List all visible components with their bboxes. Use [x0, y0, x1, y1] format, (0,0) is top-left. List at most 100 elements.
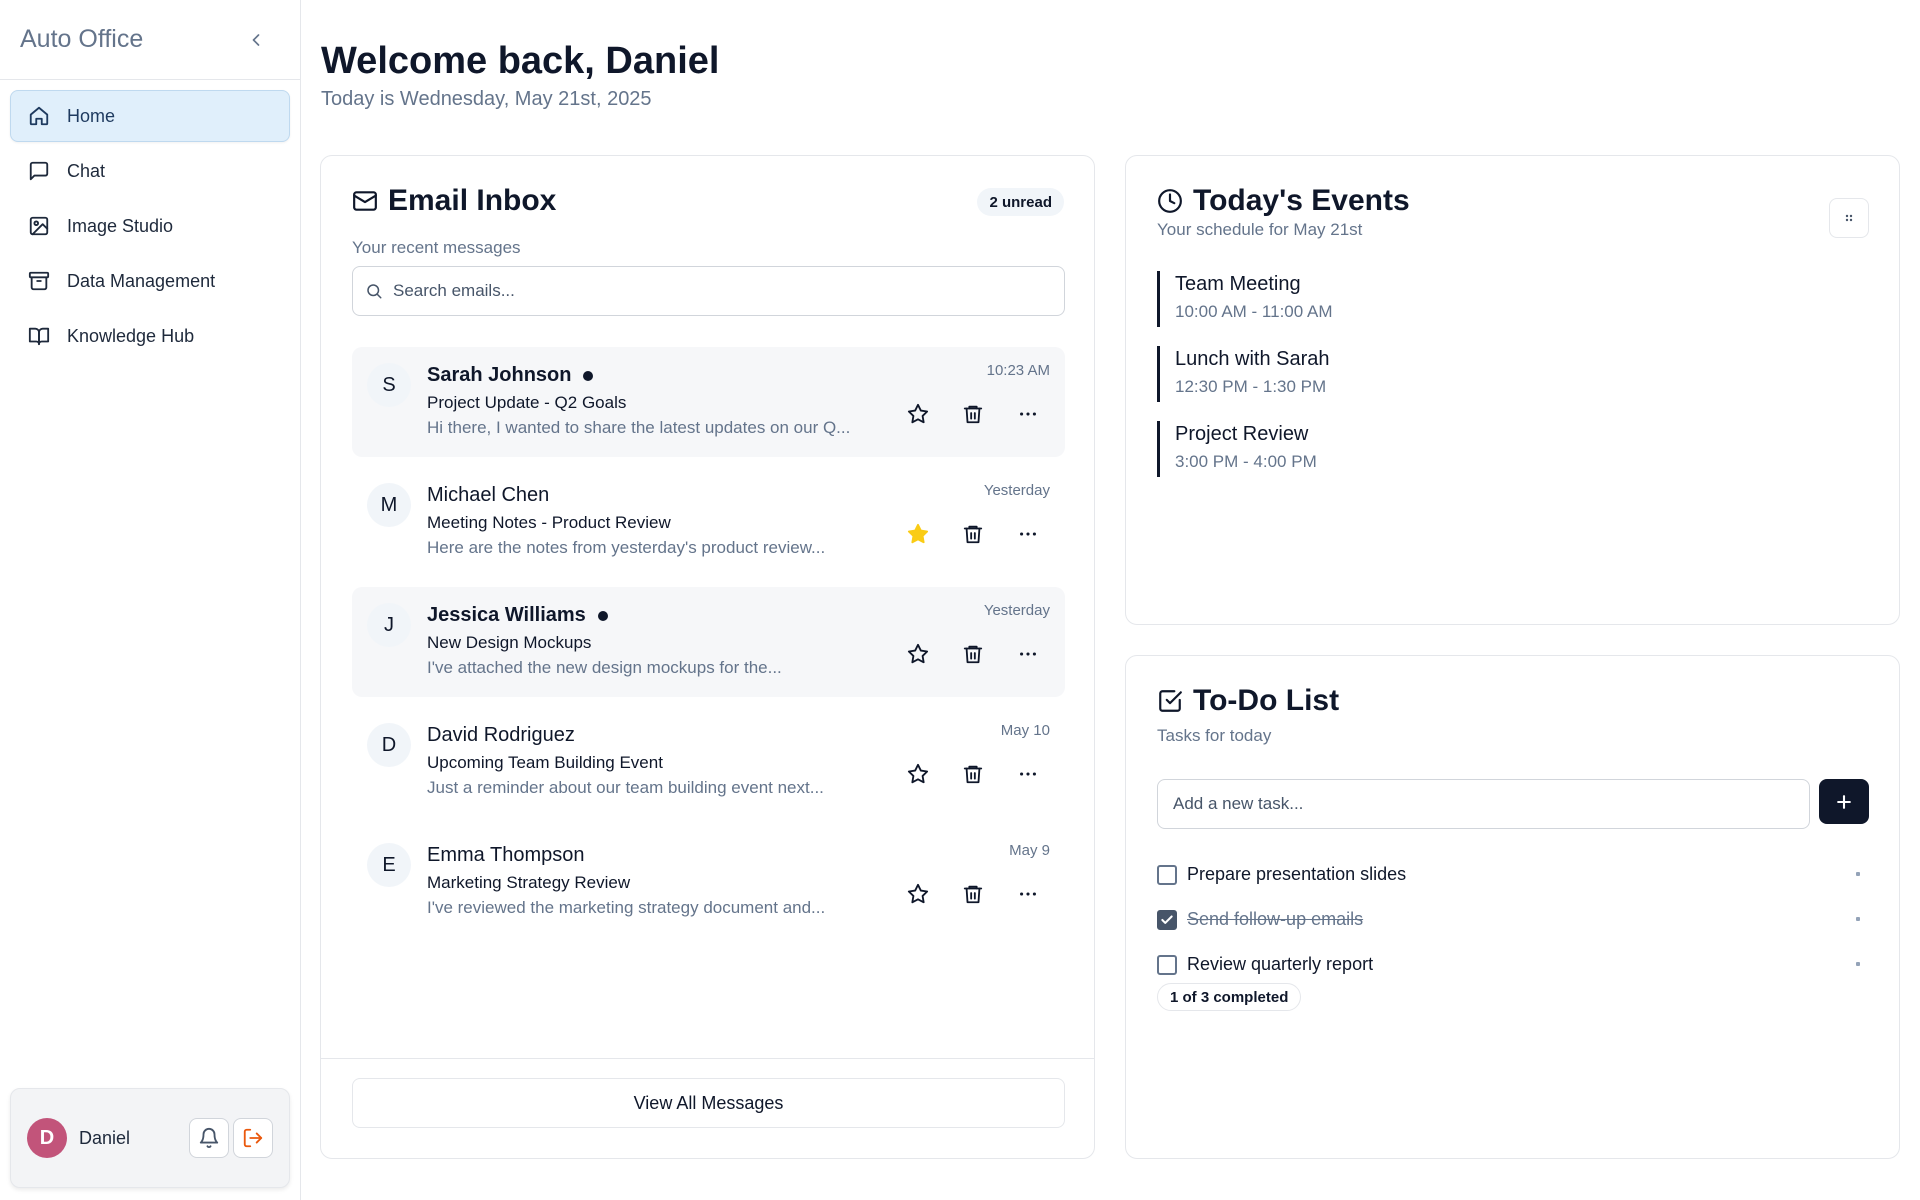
- trash-icon: [963, 405, 982, 424]
- email-row[interactable]: M Michael Chen Meeting Notes - Product R…: [352, 467, 1065, 577]
- email-row[interactable]: E Emma Thompson Marketing Strategy Revie…: [352, 827, 1065, 937]
- delete-button[interactable]: [945, 402, 1000, 426]
- email-row[interactable]: J Jessica Williams New Design Mockups I'…: [352, 587, 1065, 697]
- collapse-sidebar-button[interactable]: [244, 28, 268, 52]
- delete-button[interactable]: [945, 642, 1000, 666]
- book-icon: [27, 324, 51, 348]
- sidebar-item-data-management[interactable]: Data Management: [10, 255, 290, 307]
- unread-indicator: [597, 610, 608, 621]
- sender-avatar: M: [367, 483, 411, 527]
- todo-checkbox[interactable]: [1157, 954, 1177, 975]
- add-task-button[interactable]: [1819, 779, 1869, 824]
- avatar[interactable]: D: [27, 1118, 67, 1158]
- email-list: S Sarah Johnson Project Update - Q2 Goal…: [352, 347, 1065, 947]
- star-button[interactable]: [890, 522, 945, 546]
- events-title-text: Today's Events: [1193, 184, 1410, 217]
- new-task-input[interactable]: [1157, 779, 1810, 829]
- drag-handle-button[interactable]: [1829, 198, 1869, 238]
- event-time: 12:30 PM - 1:30 PM: [1175, 377, 1327, 396]
- email-actions: [890, 762, 1055, 786]
- sidebar-item-chat[interactable]: Chat: [10, 145, 290, 197]
- sidebar: Auto Office Home Chat Image Studio Data …: [0, 0, 301, 1200]
- view-all-messages-button[interactable]: View All Messages: [352, 1078, 1065, 1128]
- todo-menu-handle[interactable]: [1856, 872, 1860, 876]
- unread-indicator: [583, 370, 594, 381]
- todo-checkbox[interactable]: [1157, 864, 1177, 885]
- event-item[interactable]: Team Meeting 10:00 AM - 11:00 AM: [1157, 271, 1333, 327]
- unread-badge: 2 unread: [977, 188, 1064, 216]
- events-description: Your schedule for May 21st: [1157, 220, 1363, 239]
- chat-icon: [27, 159, 51, 183]
- todo-menu-handle[interactable]: [1856, 917, 1860, 921]
- email-sender: Jessica Williams: [427, 604, 608, 627]
- user-name: Daniel: [79, 1127, 131, 1148]
- delete-button[interactable]: [945, 882, 1000, 906]
- sidebar-item-image-studio[interactable]: Image Studio: [10, 200, 290, 252]
- email-time: May 10: [1000, 722, 1050, 739]
- more-options-button[interactable]: [1000, 402, 1055, 426]
- plus-icon: [1837, 794, 1851, 809]
- email-row[interactable]: D David Rodriguez Upcoming Team Building…: [352, 707, 1065, 817]
- mail-icon: [352, 188, 378, 214]
- events-title: Today's Events: [1157, 184, 1410, 218]
- sidebar-item-label: Data Management: [67, 270, 216, 291]
- search-input[interactable]: [393, 281, 1052, 301]
- todo-description: Tasks for today: [1157, 726, 1272, 745]
- star-filled-icon: [907, 523, 928, 544]
- email-time: Yesterday: [983, 602, 1050, 619]
- more-horizontal-icon: [1019, 412, 1036, 416]
- todo-card: To-Do List Tasks for today Prepare prese…: [1125, 655, 1900, 1159]
- email-sender: Sarah Johnson: [427, 364, 594, 387]
- email-inbox-description: Your recent messages: [352, 238, 521, 257]
- trash-icon: [963, 645, 982, 664]
- event-time: 10:00 AM - 11:00 AM: [1175, 302, 1333, 321]
- event-item[interactable]: Lunch with Sarah 12:30 PM - 1:30 PM: [1157, 346, 1333, 402]
- event-time: 3:00 PM - 4:00 PM: [1175, 452, 1317, 471]
- email-inbox-card: Email Inbox 2 unread Your recent message…: [320, 155, 1095, 1159]
- star-button[interactable]: [890, 642, 945, 666]
- page-subtitle: Today is Wednesday, May 21st, 2025: [321, 88, 652, 110]
- email-actions: [890, 882, 1055, 906]
- delete-button[interactable]: [945, 762, 1000, 786]
- event-title: Team Meeting: [1175, 273, 1301, 295]
- more-options-button[interactable]: [1000, 522, 1055, 546]
- delete-button[interactable]: [945, 522, 1000, 546]
- logout-button[interactable]: [233, 1118, 273, 1158]
- email-sender-name: David Rodriguez: [427, 724, 575, 746]
- trash-icon: [963, 525, 982, 544]
- event-item[interactable]: Project Review 3:00 PM - 4:00 PM: [1157, 421, 1333, 477]
- star-icon: [907, 763, 928, 784]
- email-preview: Here are the notes from yesterday's prod…: [427, 538, 826, 557]
- star-button[interactable]: [890, 402, 945, 426]
- todo-menu-handle[interactable]: [1856, 962, 1860, 966]
- event-title: Lunch with Sarah: [1175, 348, 1330, 370]
- email-row[interactable]: S Sarah Johnson Project Update - Q2 Goal…: [352, 347, 1065, 457]
- notifications-button[interactable]: [189, 1118, 229, 1158]
- more-options-button[interactable]: [1000, 882, 1055, 906]
- star-icon: [907, 643, 928, 664]
- more-options-button[interactable]: [1000, 642, 1055, 666]
- todo-item: Review quarterly report: [1157, 942, 1870, 987]
- email-time: 10:23 AM: [986, 362, 1050, 379]
- clock-icon: [1157, 188, 1183, 214]
- email-search-box: [352, 266, 1065, 316]
- email-subject: New Design Mockups: [427, 633, 592, 652]
- star-button[interactable]: [890, 762, 945, 786]
- star-button[interactable]: [890, 882, 945, 906]
- sidebar-item-home[interactable]: Home: [10, 90, 290, 142]
- sidebar-item-knowledge-hub[interactable]: Knowledge Hub: [10, 310, 290, 362]
- email-preview: I've attached the new design mockups for…: [427, 658, 782, 677]
- todo-list: Prepare presentation slides Send follow-…: [1157, 852, 1870, 987]
- sender-avatar: E: [367, 843, 411, 887]
- trash-icon: [963, 885, 982, 904]
- todo-checkbox[interactable]: [1157, 909, 1177, 930]
- email-subject: Meeting Notes - Product Review: [427, 513, 671, 532]
- todo-item: Send follow-up emails: [1157, 897, 1870, 942]
- more-options-button[interactable]: [1000, 762, 1055, 786]
- user-panel: D Daniel: [10, 1088, 290, 1188]
- email-sender-name: Michael Chen: [427, 484, 550, 506]
- email-inbox-title-text: Email Inbox: [388, 184, 557, 217]
- email-preview: I've reviewed the marketing strategy doc…: [427, 898, 826, 917]
- star-icon: [907, 883, 928, 904]
- app-title: Auto Office: [20, 25, 144, 53]
